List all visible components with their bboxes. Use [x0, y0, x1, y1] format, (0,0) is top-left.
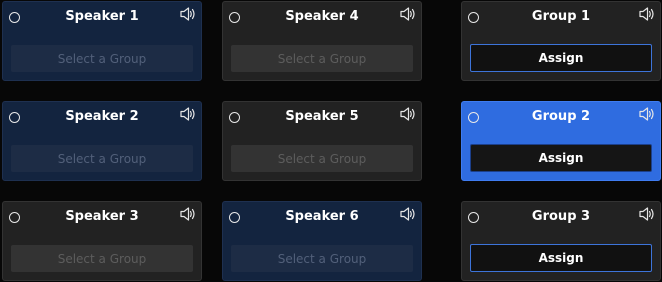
speaker-volume-icon[interactable] [638, 206, 656, 222]
speaker-card-5[interactable]: Speaker 5 Select a Group [222, 101, 422, 181]
assign-button[interactable]: Assign [470, 144, 652, 172]
select-group-field[interactable]: Select a Group [231, 245, 413, 272]
speaker-card-1[interactable]: Speaker 1 Select a Group [2, 1, 202, 81]
group-card-1[interactable]: Group 1 Assign [461, 1, 661, 81]
speaker-card-3[interactable]: Speaker 3 Select a Group [2, 201, 202, 281]
speaker-title: Speaker 4 [285, 9, 359, 24]
group-card-2[interactable]: Group 2 Assign [461, 101, 661, 181]
speaker-title: Speaker 3 [65, 209, 139, 224]
speaker-card-4[interactable]: Speaker 4 Select a Group [222, 1, 422, 81]
assign-button[interactable]: Assign [470, 44, 652, 72]
speaker-card-2[interactable]: Speaker 2 Select a Group [2, 101, 202, 181]
group-card-3[interactable]: Group 3 Assign [461, 201, 661, 281]
speaker-volume-icon[interactable] [638, 6, 656, 22]
speaker-volume-icon[interactable] [399, 6, 417, 22]
speaker-title: Speaker 6 [285, 209, 359, 224]
select-group-field[interactable]: Select a Group [231, 145, 413, 172]
speaker-volume-icon[interactable] [399, 206, 417, 222]
speaker-card-6[interactable]: Speaker 6 Select a Group [222, 201, 422, 281]
speaker-title: Speaker 2 [65, 109, 139, 124]
speaker-title: Speaker 1 [65, 9, 139, 24]
speaker-volume-icon[interactable] [638, 106, 656, 122]
speaker-title: Speaker 5 [285, 109, 359, 124]
speaker-volume-icon[interactable] [399, 106, 417, 122]
select-group-field[interactable]: Select a Group [11, 45, 193, 72]
speaker-volume-icon[interactable] [179, 6, 197, 22]
group-title: Group 1 [531, 9, 591, 24]
speaker-volume-icon[interactable] [179, 106, 197, 122]
group-title: Group 2 [531, 109, 591, 124]
select-group-field[interactable]: Select a Group [11, 245, 193, 272]
speaker-volume-icon[interactable] [179, 206, 197, 222]
assign-button[interactable]: Assign [470, 244, 652, 272]
select-group-field[interactable]: Select a Group [11, 145, 193, 172]
select-group-field[interactable]: Select a Group [231, 45, 413, 72]
group-title: Group 3 [531, 209, 591, 224]
